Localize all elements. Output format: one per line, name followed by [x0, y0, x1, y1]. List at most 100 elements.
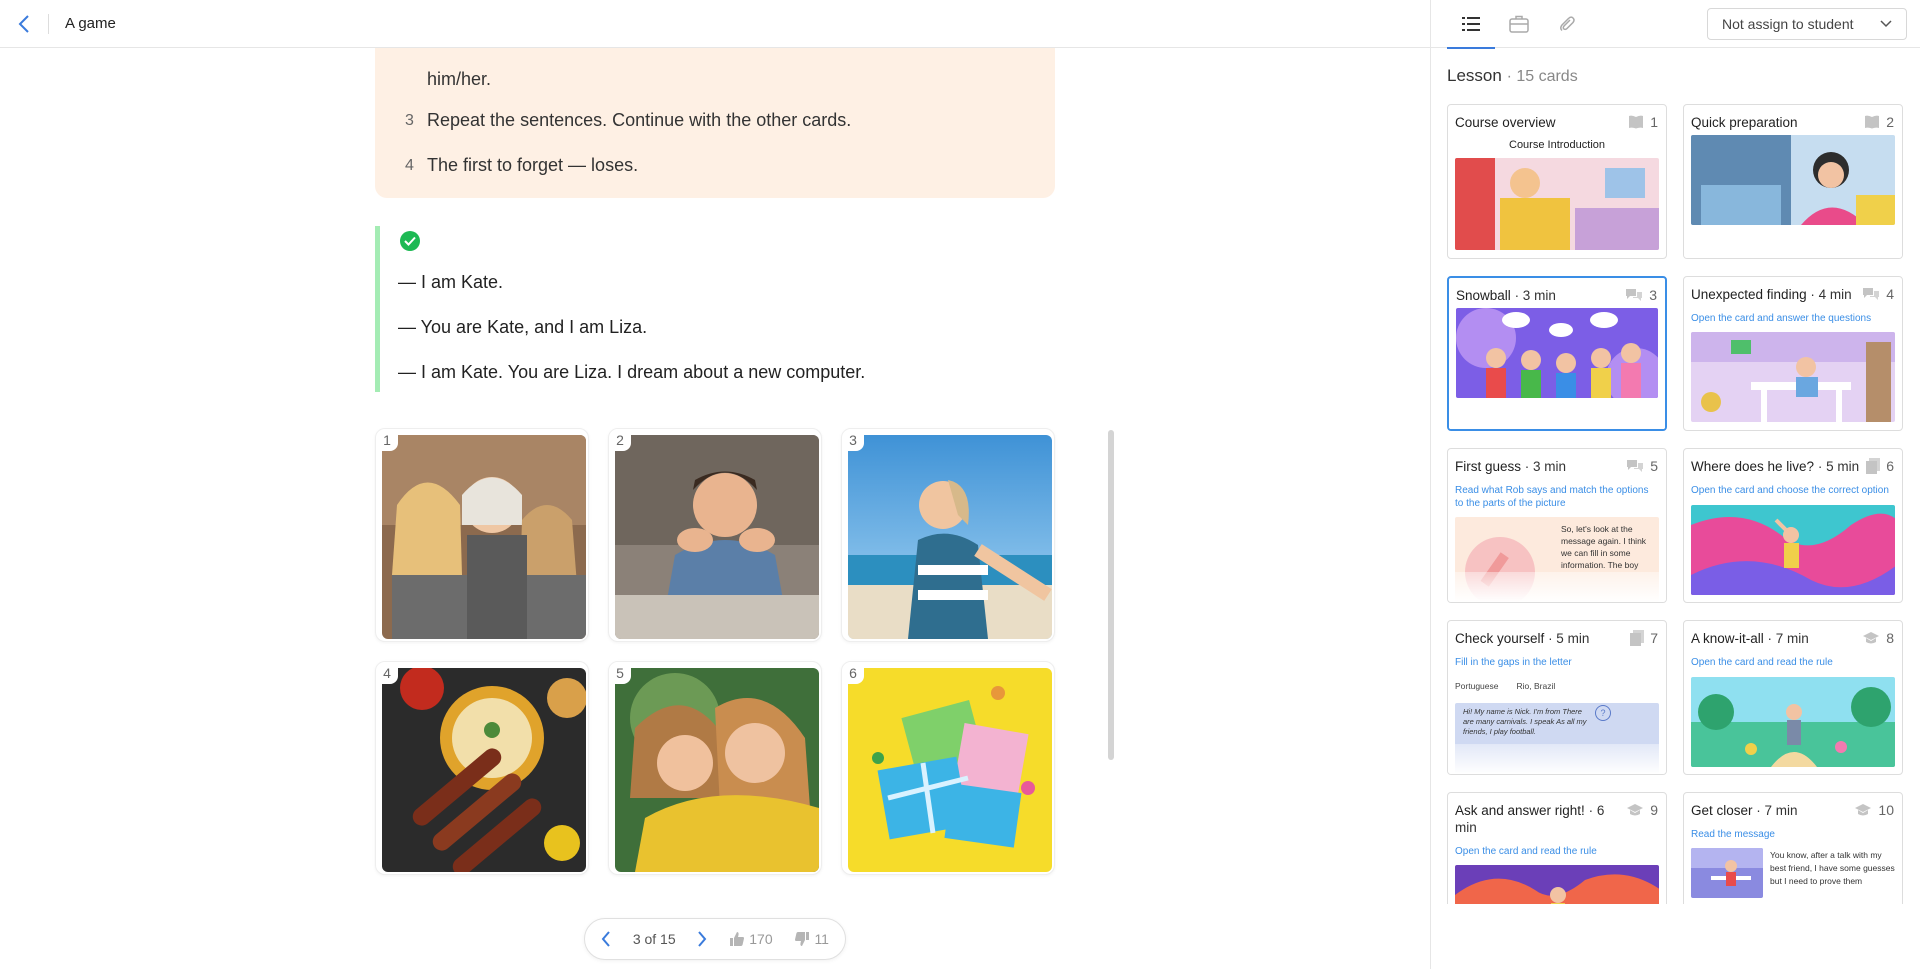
- tile-number: 1: [376, 429, 398, 451]
- graduation-cap-icon: [1627, 804, 1644, 816]
- card-preview-image: [1691, 135, 1895, 225]
- instruction-text: The first to forget — loses.: [427, 155, 639, 175]
- card-title: A know-it-all · 7 min: [1691, 631, 1809, 646]
- card-number: 4: [1886, 286, 1894, 302]
- chevron-right-icon: [698, 931, 707, 947]
- instruction-number: 4: [405, 156, 414, 174]
- card-thumbnail[interactable]: First guess · 3 min 5 Read what Rob says…: [1447, 448, 1667, 603]
- instruction-line: 3 Repeat the sentences. Continue with th…: [405, 98, 1035, 143]
- sidebar-tabs: Not assign to student: [1431, 0, 1920, 49]
- tab-materials[interactable]: [1495, 0, 1543, 48]
- card-subtitle: Open the card and read the rule: [1691, 657, 1833, 668]
- card-thumbnail[interactable]: Unexpected finding · 4 min 4 Open the ca…: [1683, 276, 1903, 431]
- card-thumbnail[interactable]: Check yourself · 5 min 7 Fill in the gap…: [1447, 620, 1667, 775]
- card-number: 9: [1650, 802, 1658, 818]
- card-number: 1: [1650, 114, 1658, 130]
- card-preview-image: [1455, 158, 1659, 250]
- card-thumbnail[interactable]: Course overview 1 Course Introduction: [1447, 104, 1667, 259]
- card-preview-image: [1691, 505, 1895, 595]
- card-thumbnail[interactable]: Get closer · 7 min 10 Read the message Y…: [1683, 792, 1903, 904]
- card-list: Course overview 1 Course Introduction Qu…: [1447, 104, 1909, 904]
- card-meta: 10: [1854, 802, 1894, 818]
- chat-icon: [1627, 460, 1644, 472]
- card-subtitle: Open the card and read the rule: [1455, 846, 1597, 857]
- assign-student-dropdown[interactable]: Not assign to student: [1707, 8, 1907, 40]
- card-number: 2: [1886, 114, 1894, 130]
- briefcase-icon: [1509, 15, 1529, 33]
- card-thumbnail-active[interactable]: Snowball · 3 min 3: [1447, 276, 1667, 431]
- card-title: Quick preparation: [1691, 115, 1798, 130]
- card-meta: 3: [1625, 287, 1657, 303]
- card-title: First guess · 3 min: [1455, 459, 1567, 474]
- chat-icon: [1626, 289, 1643, 301]
- family-photo-icon: [382, 435, 586, 639]
- paperclip-icon: [1560, 16, 1575, 32]
- lesson-label: Lesson: [1447, 66, 1502, 85]
- card-meta: 1: [1628, 114, 1658, 130]
- scrollbar[interactable]: [1108, 430, 1114, 760]
- lesson-sidebar: Not assign to student Lesson · 15 cards …: [1430, 0, 1920, 969]
- gifts-photo-icon: [848, 668, 1052, 872]
- book-icon: [1865, 115, 1880, 129]
- next-card-button[interactable]: [697, 931, 707, 947]
- tab-attachments[interactable]: [1543, 0, 1591, 48]
- card-preview-image: [1691, 332, 1895, 422]
- card-preview-text: Hi! My name is Nick. I'm from There are …: [1463, 707, 1587, 736]
- card-meta: 2: [1864, 114, 1894, 130]
- card-preview-image: [1455, 865, 1659, 904]
- card-meta: 7: [1630, 630, 1658, 646]
- card-thumbnail[interactable]: A know-it-all · 7 min 8 Open the card an…: [1683, 620, 1903, 775]
- doc-icon: [1866, 458, 1881, 474]
- tile-number: 3: [842, 429, 864, 451]
- graduation-cap-icon: [1863, 632, 1880, 644]
- card-position: 3 of 15: [632, 931, 676, 947]
- card-thumbnail[interactable]: Quick preparation 2: [1683, 104, 1903, 259]
- beach-girl-photo-icon: [848, 435, 1052, 639]
- card-subtitle: Course Introduction: [1509, 139, 1605, 151]
- card-thumbnail[interactable]: Where does he live? · 5 min 6 Open the c…: [1683, 448, 1903, 603]
- assign-label: Not assign to student: [1722, 16, 1854, 32]
- dislike-button[interactable]: 11: [794, 931, 829, 947]
- graduation-cap-icon: [1855, 804, 1872, 816]
- card-number: 10: [1878, 802, 1894, 818]
- image-tile[interactable]: 6: [841, 661, 1055, 875]
- card-title: Check yourself · 5 min: [1455, 631, 1590, 646]
- card-number: 7: [1650, 630, 1658, 646]
- card-fade: [1448, 572, 1666, 602]
- card-thumbnail[interactable]: Ask and answer right! · 6 min 9 Open the…: [1447, 792, 1667, 904]
- answer-block: — I am Kate. — You are Kate, and I am Li…: [375, 226, 1055, 392]
- card-title: Where does he live? · 5 min: [1691, 459, 1860, 474]
- card-number: 5: [1650, 458, 1658, 474]
- image-tile[interactable]: 5: [608, 661, 822, 875]
- card-preview-image: [1691, 677, 1895, 767]
- card-title: Ask and answer right! · 6 min: [1455, 803, 1605, 835]
- chevron-left-icon: [601, 931, 610, 947]
- instruction-line: 4 The first to forget — loses.: [405, 143, 1035, 188]
- card-tag: Rio, Brazil: [1516, 681, 1556, 691]
- back-button[interactable]: [0, 0, 48, 48]
- divider: [48, 13, 49, 34]
- prev-card-button[interactable]: [601, 931, 611, 947]
- card-fade: [1449, 399, 1665, 429]
- card-meta: 8: [1862, 630, 1894, 646]
- lesson-header: Lesson · 15 cards: [1447, 66, 1578, 86]
- like-button[interactable]: 170: [729, 931, 773, 947]
- help-icon: ?: [1595, 705, 1611, 721]
- instruction-text: him/her.: [427, 68, 492, 89]
- friends-hug-photo-icon: [615, 668, 819, 872]
- card-meta: 6: [1866, 458, 1894, 474]
- image-tile[interactable]: 4: [375, 661, 589, 875]
- card-tag: Portuguese: [1455, 681, 1499, 691]
- tile-number: 5: [609, 662, 631, 684]
- image-tile[interactable]: 2: [608, 428, 822, 642]
- card-subtitle: Fill in the gaps in the letter: [1455, 657, 1572, 668]
- card-preview-image: [1456, 308, 1658, 398]
- card-meta: 9: [1626, 802, 1658, 818]
- image-tile[interactable]: 1: [375, 428, 589, 642]
- card-number: 6: [1886, 458, 1894, 474]
- chevron-left-icon: [18, 14, 29, 33]
- image-tile[interactable]: 3: [841, 428, 1055, 642]
- tab-lesson-list[interactable]: [1447, 0, 1495, 49]
- card-preview-image: [1691, 848, 1763, 898]
- card-title: Get closer · 7 min: [1691, 803, 1798, 818]
